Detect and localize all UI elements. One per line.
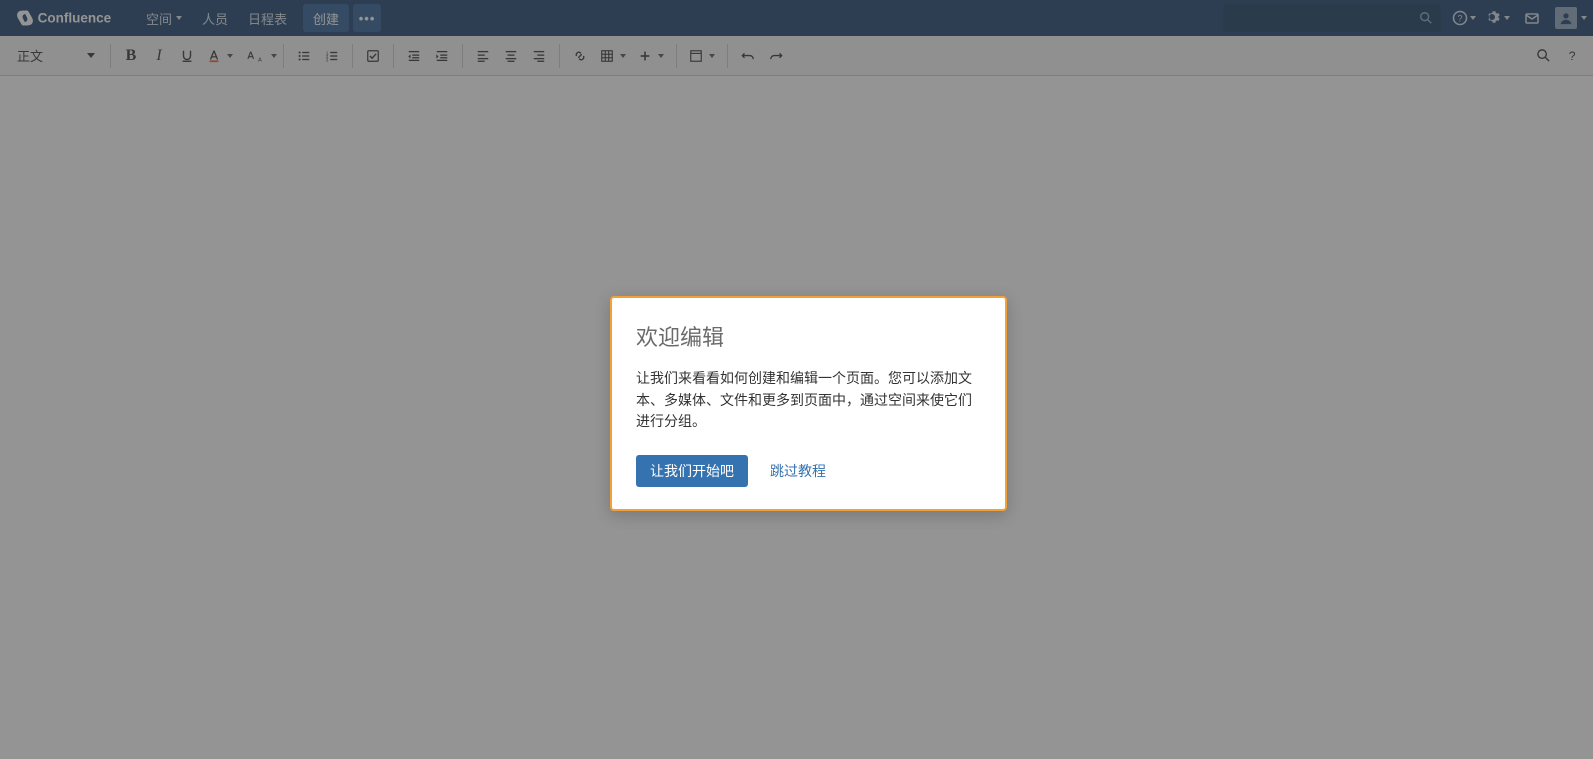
dialog-body: 让我们来看看如何创建和编辑一个页面。您可以添加文本、多媒体、文件和更多到页面中，… — [636, 368, 981, 433]
skip-tutorial-label: 跳过教程 — [770, 463, 826, 479]
skip-tutorial-link[interactable]: 跳过教程 — [770, 461, 826, 481]
start-button[interactable]: 让我们开始吧 — [636, 455, 748, 487]
start-button-label: 让我们开始吧 — [650, 463, 734, 479]
dialog-actions: 让我们开始吧 跳过教程 — [636, 455, 981, 487]
welcome-dialog: 欢迎编辑 让我们来看看如何创建和编辑一个页面。您可以添加文本、多媒体、文件和更多… — [610, 296, 1007, 511]
dialog-title: 欢迎编辑 — [636, 320, 981, 352]
